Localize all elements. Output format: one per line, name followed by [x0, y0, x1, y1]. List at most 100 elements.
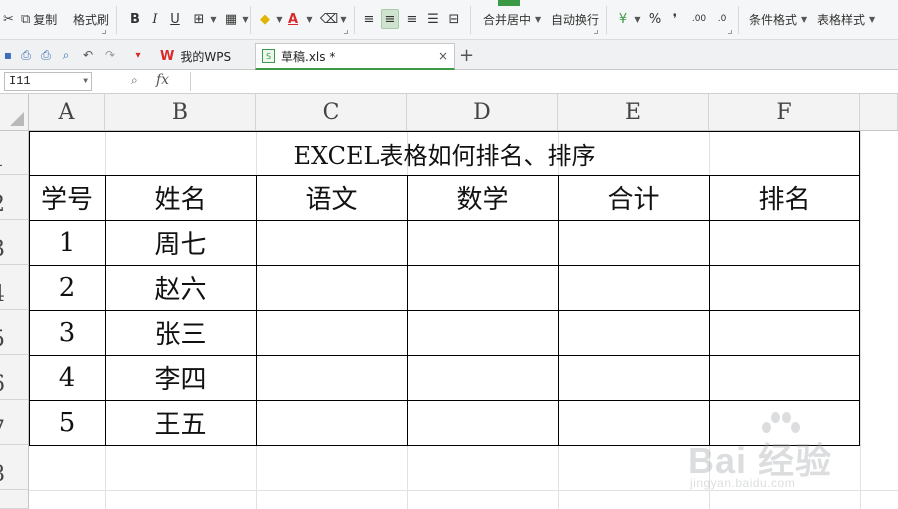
- wrap-text-button[interactable]: 自动换行: [548, 8, 602, 30]
- add-tab-button[interactable]: +: [459, 45, 474, 66]
- name-box[interactable]: I11 ▼: [4, 72, 92, 91]
- cut-icon: ✂: [3, 11, 14, 27]
- underline-button[interactable]: U: [166, 9, 184, 29]
- table-border: [709, 175, 710, 446]
- table-border: [29, 131, 30, 446]
- undo-icon[interactable]: ↶: [80, 47, 96, 63]
- borders-icon: ⊞: [193, 11, 205, 27]
- chevron-down-icon: ▼: [276, 14, 283, 24]
- header-cell-name[interactable]: 姓名: [105, 175, 256, 220]
- column-header-b[interactable]: B: [105, 94, 256, 131]
- header-cell-chinese[interactable]: 语文: [256, 175, 407, 220]
- column-header-c[interactable]: C: [256, 94, 407, 131]
- redo-icon[interactable]: ↷: [102, 47, 118, 63]
- select-all-corner[interactable]: [0, 94, 29, 131]
- cell-student-id[interactable]: 1: [29, 220, 105, 265]
- thousands-button[interactable]: ❜: [666, 9, 684, 29]
- zoom-icon[interactable]: ⌕: [131, 73, 138, 88]
- column-header-e[interactable]: E: [558, 94, 709, 131]
- cell-student-name[interactable]: 赵六: [105, 265, 256, 310]
- table-border: [29, 265, 860, 266]
- cell-student-id[interactable]: 2: [29, 265, 105, 310]
- merge-center-button[interactable]: 合并居中 ▼: [480, 8, 544, 30]
- increase-decimal-button[interactable]: .00: [688, 9, 710, 29]
- chevron-down-icon[interactable]: ▼: [83, 73, 88, 90]
- cell-student-name[interactable]: 周七: [105, 220, 256, 265]
- font-group-launcher[interactable]: [344, 30, 348, 34]
- row-header-9[interactable]: [0, 490, 29, 509]
- close-icon[interactable]: ×: [438, 49, 448, 63]
- tab-current-file[interactable]: S 草稿.xls * ×: [255, 43, 455, 70]
- copy-label: 复制: [33, 12, 58, 27]
- italic-button[interactable]: I: [146, 9, 164, 29]
- chevron-down-icon: ▼: [242, 14, 249, 24]
- header-cell-total[interactable]: 合计: [558, 175, 709, 220]
- formula-input[interactable]: [190, 72, 896, 91]
- tab-my-wps[interactable]: W 我的WPS: [154, 43, 254, 70]
- tab-current-file-label: 草稿.xls *: [281, 49, 336, 64]
- column-header-f[interactable]: F: [709, 94, 860, 131]
- font-color-icon: A: [287, 11, 299, 27]
- row-header-3[interactable]: 3: [0, 220, 29, 265]
- cell-style-dropdown[interactable]: ▼: [236, 9, 254, 29]
- cell-student-id[interactable]: 5: [29, 400, 105, 445]
- cell-student-name[interactable]: 李四: [105, 355, 256, 400]
- column-header-a[interactable]: A: [29, 94, 105, 131]
- distributed-button[interactable]: ⊟: [445, 9, 463, 29]
- row-header-2[interactable]: 2: [0, 175, 29, 220]
- customize-toolbar-icon[interactable]: ▾: [130, 47, 146, 63]
- divider: [470, 6, 471, 34]
- copy-button[interactable]: ⧉ 复制: [18, 8, 60, 30]
- spreadsheet-file-icon: S: [262, 49, 275, 63]
- row-header-4[interactable]: 4: [0, 265, 29, 310]
- borders-dropdown[interactable]: ▼: [204, 9, 222, 29]
- tab-my-wps-label: 我的WPS: [180, 50, 232, 64]
- align-right-button[interactable]: ≡: [403, 9, 421, 29]
- cell-student-name[interactable]: 张三: [105, 310, 256, 355]
- percent-button[interactable]: %: [646, 9, 664, 29]
- insert-function-button[interactable]: fx: [156, 72, 169, 88]
- column-header-g[interactable]: [860, 94, 898, 131]
- header-cell-math[interactable]: 数学: [407, 175, 558, 220]
- export-pdf-icon[interactable]: ⎙: [18, 47, 34, 63]
- decrease-decimal-button[interactable]: .0: [712, 9, 732, 29]
- align-left-button[interactable]: ≡: [360, 9, 378, 29]
- font-color-dropdown[interactable]: ▼: [300, 9, 318, 29]
- row-header-6[interactable]: 6: [0, 355, 29, 400]
- conditional-format-button[interactable]: 条件格式 ▼: [746, 8, 810, 30]
- table-border: [407, 175, 408, 446]
- copy-icon: ⧉: [21, 11, 31, 27]
- document-tab-bar: ▪ ⎙ ⎙ ⌕ ↶ ↷ ▾ W 我的WPS S 草稿.xls * × +: [0, 40, 898, 70]
- format-painter-button[interactable]: 格式刷: [70, 8, 112, 30]
- row-header-5[interactable]: 5: [0, 310, 29, 355]
- row-header-8[interactable]: 8: [0, 445, 29, 490]
- number-format-dropdown[interactable]: ▼: [628, 9, 646, 29]
- justify-button[interactable]: ☰: [424, 9, 442, 29]
- row-header-1[interactable]: 1: [0, 131, 29, 175]
- row-header-7[interactable]: 7: [0, 400, 29, 445]
- sheet-title-cell[interactable]: EXCEL表格如何排名、排序: [29, 131, 860, 175]
- number-group-launcher[interactable]: [728, 30, 732, 34]
- alignment-group-launcher[interactable]: [594, 30, 598, 34]
- print-icon[interactable]: ⎙: [38, 47, 54, 63]
- chevron-down-icon: ▼: [801, 14, 808, 24]
- distributed-icon: ⊟: [448, 11, 460, 27]
- ribbon: ✂ ⧉ 复制 格式刷 B I U ⊞ ▼ ▦ ▼ ◆ ▼ A ▼ ⌫ ▼ ≡ ≡…: [0, 0, 898, 40]
- save-icon[interactable]: ▪: [0, 47, 16, 63]
- cell-student-name[interactable]: 王五: [105, 400, 256, 445]
- fill-bucket-icon: ◆: [260, 11, 270, 27]
- cell-student-id[interactable]: 3: [29, 310, 105, 355]
- align-center-button[interactable]: ≡: [381, 9, 399, 29]
- column-header-d[interactable]: D: [407, 94, 558, 131]
- header-cell-rank[interactable]: 排名: [709, 175, 860, 220]
- table-border: [29, 131, 860, 132]
- bold-button[interactable]: B: [126, 9, 144, 29]
- cut-button[interactable]: ✂: [0, 8, 17, 30]
- clear-format-dropdown[interactable]: ▼: [334, 9, 352, 29]
- cell-student-id[interactable]: 4: [29, 355, 105, 400]
- print-preview-icon[interactable]: ⌕: [58, 47, 74, 63]
- clipboard-group-launcher[interactable]: [102, 30, 106, 34]
- header-cell-student-id[interactable]: 学号: [29, 175, 105, 220]
- table-style-button[interactable]: 表格样式 ▼: [814, 8, 878, 30]
- wps-logo-icon: W: [160, 49, 175, 64]
